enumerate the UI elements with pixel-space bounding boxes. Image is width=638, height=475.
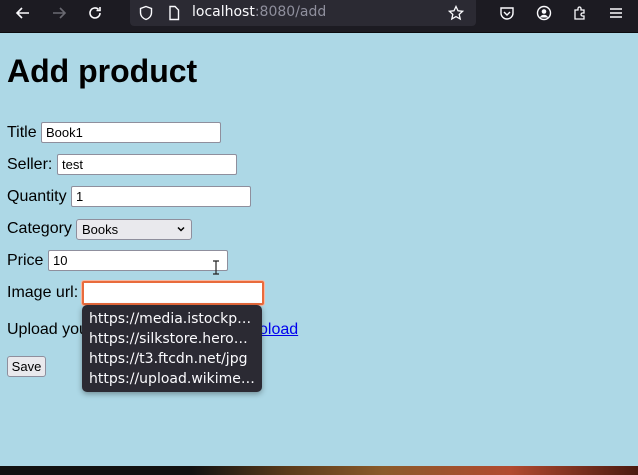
category-label: Category xyxy=(7,220,72,237)
text-cursor-icon xyxy=(213,260,219,275)
bookmark-star-icon[interactable] xyxy=(442,0,470,26)
seller-input[interactable]: test xyxy=(57,154,237,175)
page-info-icon[interactable] xyxy=(160,0,188,26)
browser-toolbar: localhost:8080/add xyxy=(0,0,638,33)
url-text[interactable]: localhost:8080/add xyxy=(192,4,326,20)
account-icon[interactable] xyxy=(530,0,558,26)
price-label: Price xyxy=(7,252,44,269)
menu-icon[interactable] xyxy=(602,0,630,26)
url-host: localhost xyxy=(192,4,255,20)
page-title: Add product xyxy=(7,53,198,89)
quantity-input[interactable]: 1 xyxy=(71,186,251,207)
image-url-label: Image url: xyxy=(7,284,79,301)
image-url-input[interactable] xyxy=(82,281,264,305)
shield-icon[interactable] xyxy=(132,0,160,26)
autocomplete-popup: https://media.istockphoto.com https://si… xyxy=(82,305,262,392)
title-label: Title xyxy=(7,124,37,141)
upload-link[interactable]: oload xyxy=(259,321,298,339)
quantity-label: Quantity xyxy=(7,188,67,205)
seller-label: Seller: xyxy=(7,156,53,173)
autocomplete-item[interactable]: https://media.istockphoto.com xyxy=(82,309,262,329)
pocket-icon[interactable] xyxy=(493,0,521,26)
autocomplete-item[interactable]: https://upload.wikimedia.org xyxy=(82,369,262,389)
forward-icon[interactable] xyxy=(45,0,73,26)
category-selected: Books xyxy=(82,222,119,237)
price-input[interactable]: 10 xyxy=(48,250,228,271)
back-icon[interactable] xyxy=(9,0,37,26)
reload-icon[interactable] xyxy=(81,0,109,26)
save-button[interactable]: Save xyxy=(7,356,46,377)
url-path: :8080/add xyxy=(254,4,327,20)
url-bar[interactable]: localhost:8080/add xyxy=(130,0,476,26)
autocomplete-item[interactable]: https://t3.ftcdn.net/jpg xyxy=(82,349,262,369)
taskbar-strip xyxy=(0,466,638,475)
chevron-down-icon xyxy=(177,226,185,232)
category-select[interactable]: Books xyxy=(76,219,192,240)
extensions-icon[interactable] xyxy=(566,0,594,26)
title-input[interactable]: Book1 xyxy=(41,122,221,143)
autocomplete-item[interactable]: https://silkstore.herokuapp.com xyxy=(82,329,262,349)
upload-text: Upload you xyxy=(7,321,88,338)
